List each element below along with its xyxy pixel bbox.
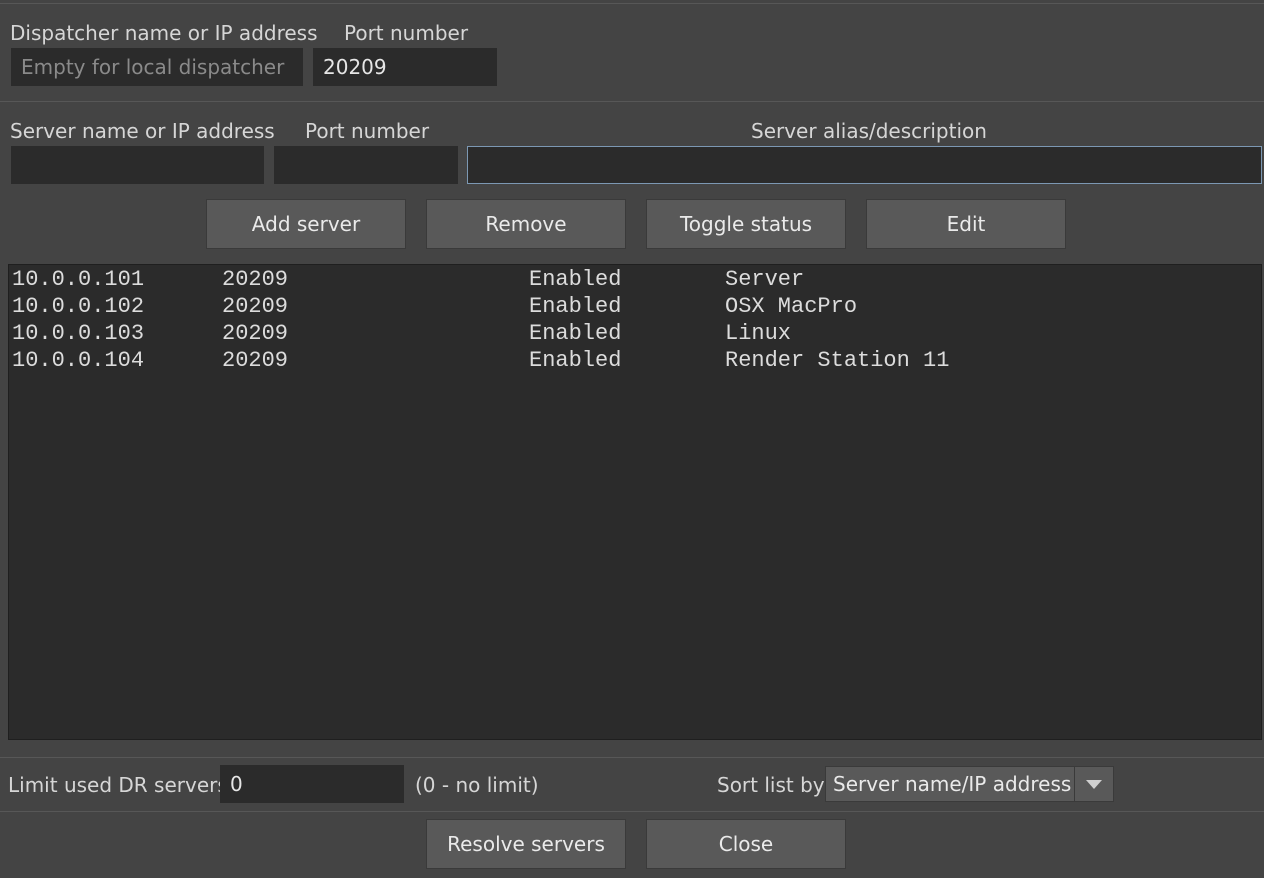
list-item[interactable]: 10.0.0.103 20209 Enabled Linux [9,321,1261,348]
server-port: 20209 [222,348,289,373]
server-address: 10.0.0.102 [12,294,145,319]
sort-label: Sort list by [717,773,825,797]
list-item[interactable]: 10.0.0.102 20209 Enabled OSX MacPro [9,294,1261,321]
server-list[interactable]: 10.0.0.101 20209 Enabled Server 10.0.0.1… [8,264,1262,740]
server-alias: Render Station 11 [725,348,950,373]
server-status: Enabled [529,267,622,292]
list-item[interactable]: 10.0.0.101 20209 Enabled Server [9,267,1261,294]
server-address: 10.0.0.103 [12,321,145,346]
server-name-input[interactable] [11,146,264,184]
add-server-button[interactable]: Add server [206,199,406,249]
server-alias-input[interactable] [467,146,1262,184]
resolve-servers-button[interactable]: Resolve servers [426,819,626,869]
dispatcher-port-label: Port number [344,21,469,45]
server-address: 10.0.0.104 [12,348,145,373]
remove-button[interactable]: Remove [426,199,626,249]
server-name-label: Server name or IP address [10,119,275,143]
dispatcher-name-label: Dispatcher name or IP address [10,21,318,45]
server-status: Enabled [529,348,622,373]
server-port-input[interactable] [274,146,458,184]
dispatcher-name-input[interactable]: Empty for local dispatcher [11,48,303,86]
server-port: 20209 [222,321,289,346]
close-button[interactable]: Close [646,819,846,869]
server-alias: OSX MacPro [725,294,858,319]
limit-servers-input[interactable]: 0 [220,765,404,803]
limit-hint: (0 - no limit) [415,773,539,797]
chevron-down-icon[interactable] [1074,767,1113,801]
server-alias-label: Server alias/description [751,119,987,143]
dispatcher-port-input[interactable]: 20209 [313,48,497,86]
top-divider [0,3,1264,4]
server-status: Enabled [529,321,622,346]
list-item[interactable]: 10.0.0.104 20209 Enabled Render Station … [9,348,1261,375]
server-alias: Linux [725,321,792,346]
sort-dropdown[interactable]: Server name/IP address [825,766,1114,802]
section-divider [0,101,1264,102]
toggle-status-button[interactable]: Toggle status [646,199,846,249]
server-port-label: Port number [305,119,430,143]
server-port: 20209 [222,267,289,292]
edit-button[interactable]: Edit [866,199,1066,249]
bottom-divider [0,811,1264,812]
footer-divider [0,757,1264,758]
server-status: Enabled [529,294,622,319]
sort-dropdown-value: Server name/IP address [833,772,1072,796]
server-alias: Server [725,267,805,292]
server-address: 10.0.0.101 [12,267,145,292]
limit-servers-label: Limit used DR servers [8,773,228,797]
server-port: 20209 [222,294,289,319]
